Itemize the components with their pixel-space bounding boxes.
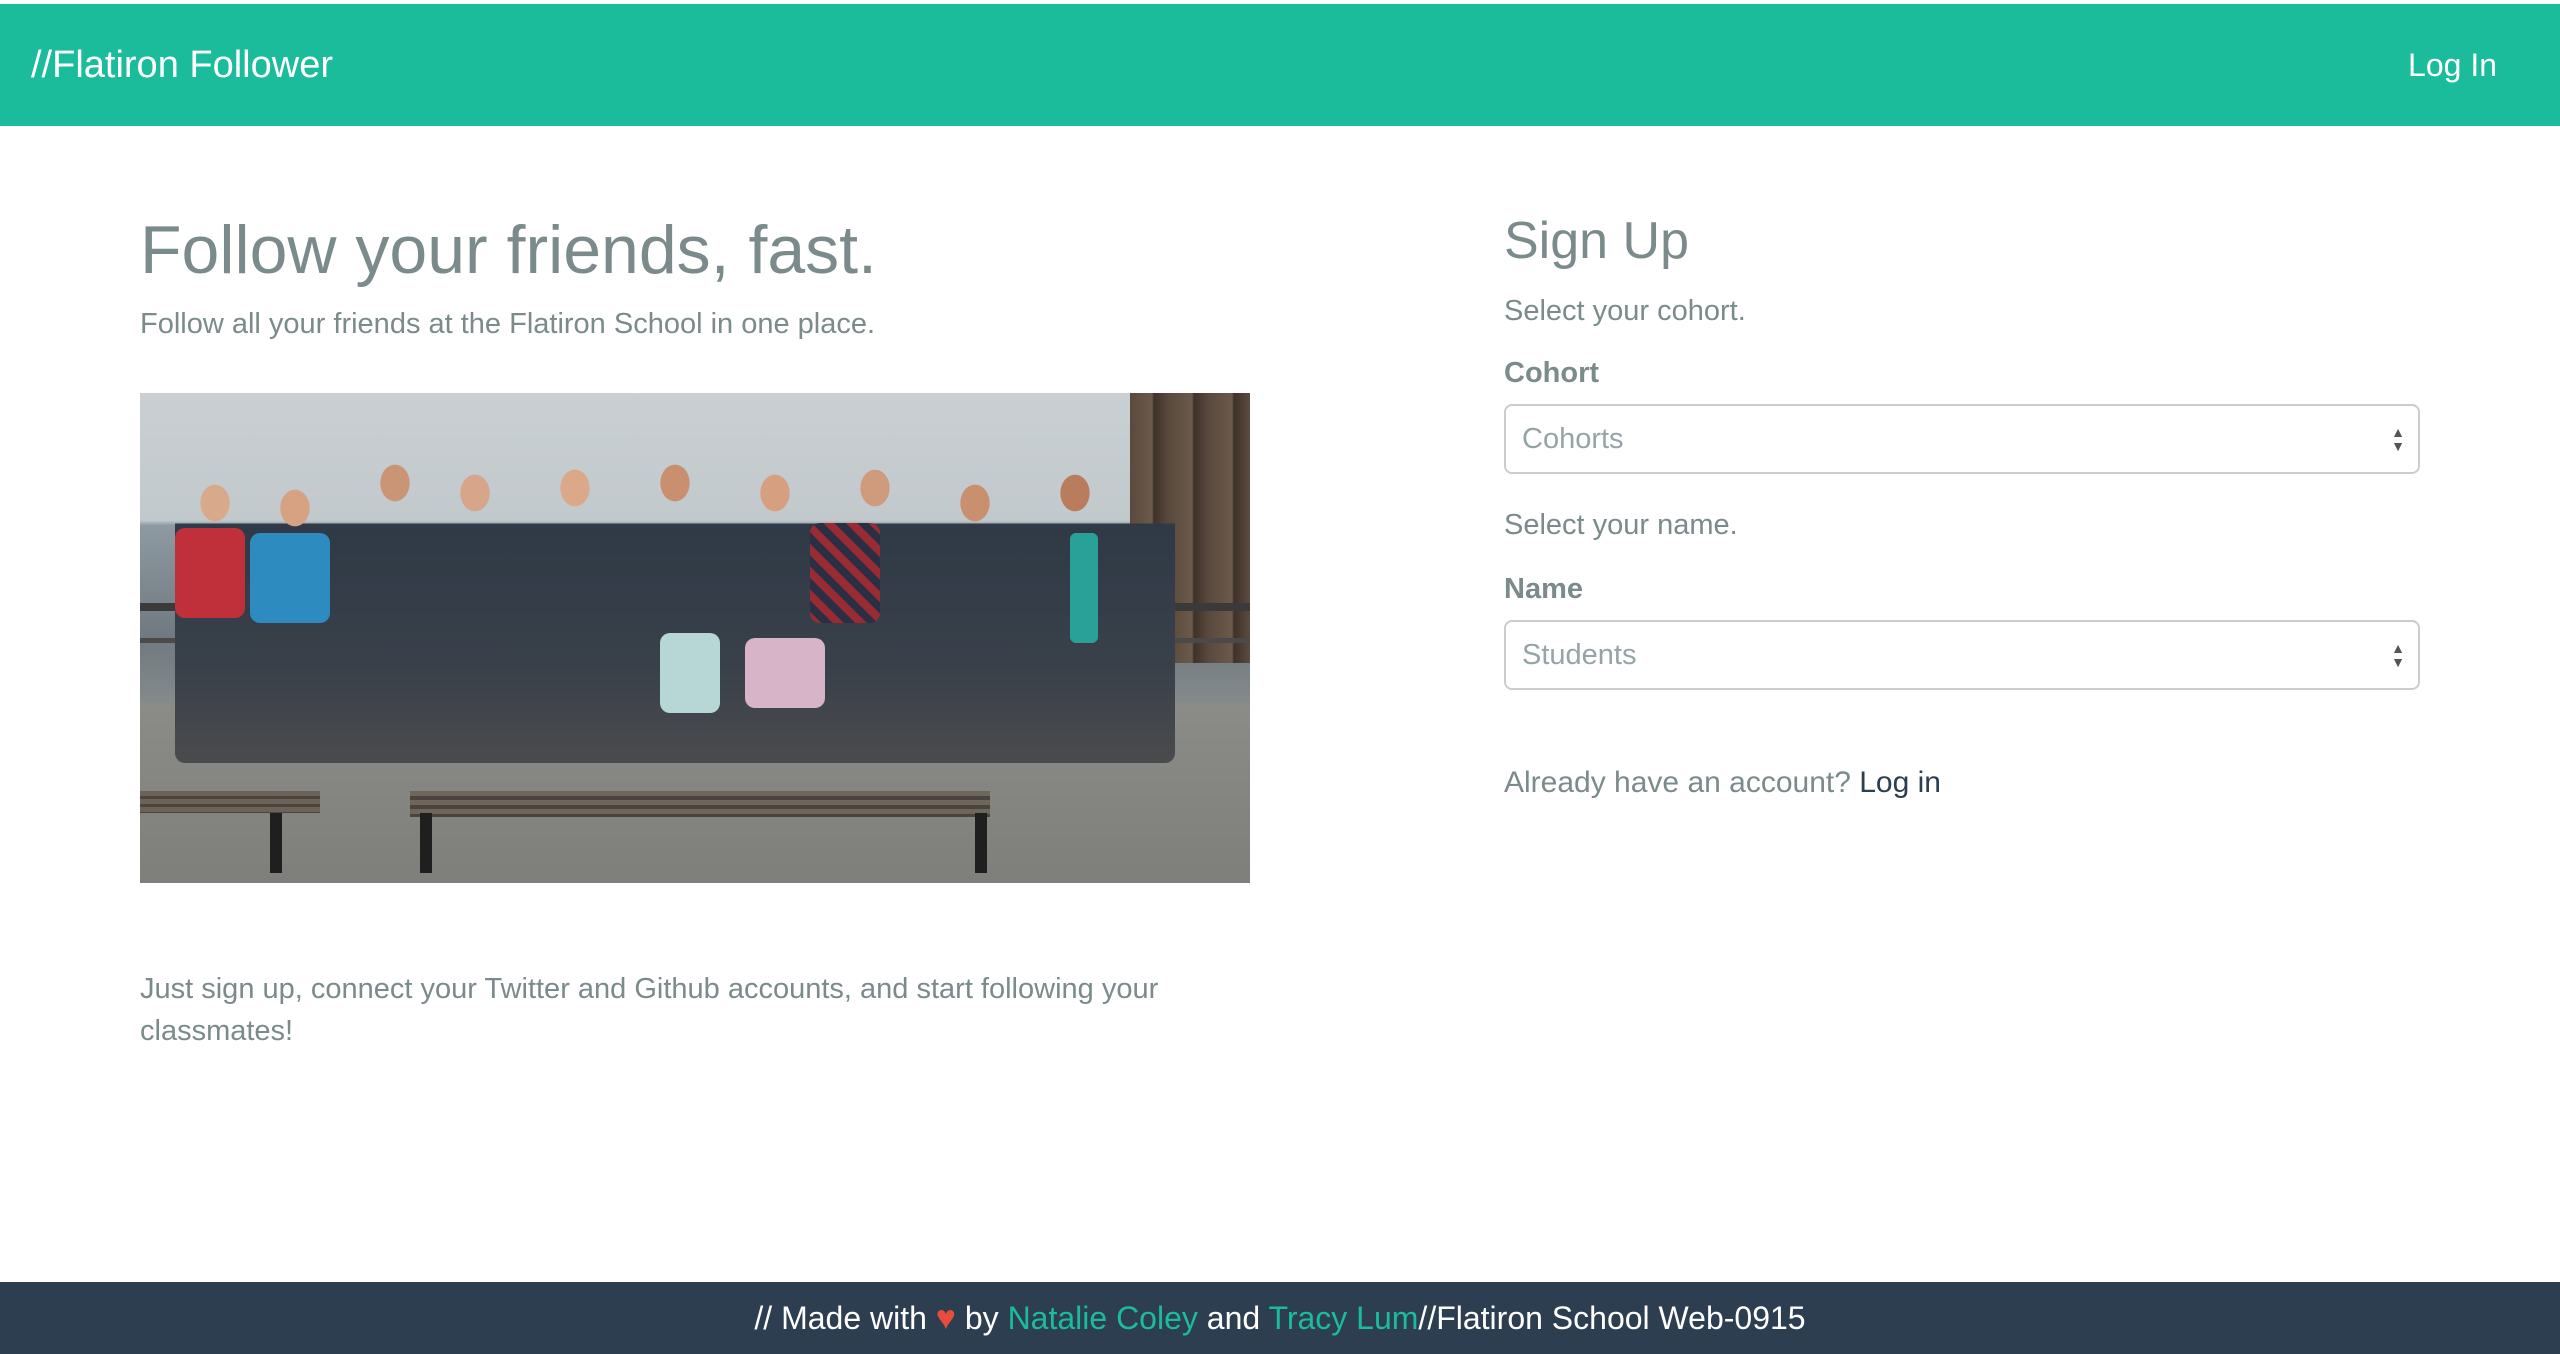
- photo-person-mint: [660, 633, 720, 713]
- cohort-label: Cohort: [1504, 357, 1600, 389]
- footer-by: by: [964, 1300, 999, 1336]
- photo-person-blue: [250, 533, 330, 623]
- photo-person-teal: [1070, 533, 1098, 643]
- footer-prefix: // Made with: [754, 1300, 927, 1336]
- footer-suffix: //Flatiron School Web-0915: [1418, 1300, 1806, 1336]
- login-link[interactable]: Log in: [1859, 766, 1941, 799]
- already-account-text: Already have an account?: [1504, 766, 1851, 799]
- name-select-value: Students: [1522, 639, 1637, 671]
- hero-footer-text: Just sign up, connect your Twitter and G…: [140, 973, 1159, 1047]
- hero-title: Follow your friends, fast.: [140, 212, 877, 288]
- photo-person-plaid: [810, 523, 880, 623]
- navbar: //Flatiron Follower Log In: [0, 4, 2560, 126]
- group-photo: [140, 393, 1250, 883]
- author-link-tracy[interactable]: Tracy Lum: [1268, 1300, 1418, 1336]
- brand-link[interactable]: //Flatiron Follower: [31, 4, 333, 126]
- name-label: Name: [1504, 573, 1583, 605]
- photo-person-red: [175, 528, 245, 618]
- name-help-text: Select your name.: [1504, 509, 1738, 541]
- photo-bench-center: [410, 791, 990, 817]
- nav-login-link[interactable]: Log In: [2408, 4, 2497, 126]
- photo-person-pink: [745, 638, 825, 708]
- select-arrows-icon: ▲ ▼: [2391, 640, 2405, 670]
- footer-and: and: [1206, 1300, 1261, 1336]
- hero-subtitle: Follow all your friends at the Flatiron …: [140, 308, 876, 340]
- cohort-select[interactable]: Cohorts ▲ ▼: [1504, 404, 2420, 474]
- photo-bench-left: [140, 791, 320, 813]
- photo-bench-leg: [420, 813, 432, 873]
- already-account: Already have an account? Log in: [1504, 762, 1941, 804]
- heart-icon: ♥: [935, 1299, 956, 1337]
- page: //Flatiron Follower Log In Follow your f…: [0, 0, 2560, 1354]
- cohort-select-value: Cohorts: [1522, 423, 1624, 455]
- author-link-natalie[interactable]: Natalie Coley: [1008, 1300, 1198, 1336]
- select-arrows-icon: ▲ ▼: [2391, 424, 2405, 454]
- photo-bench-leg: [975, 813, 987, 873]
- signup-title: Sign Up: [1504, 212, 1689, 270]
- name-select[interactable]: Students ▲ ▼: [1504, 620, 2420, 690]
- cohort-help-text: Select your cohort.: [1504, 295, 1746, 327]
- footer: // Made with ♥ by Natalie Coley and Trac…: [0, 1282, 2560, 1354]
- photo-bench-leg: [270, 813, 282, 873]
